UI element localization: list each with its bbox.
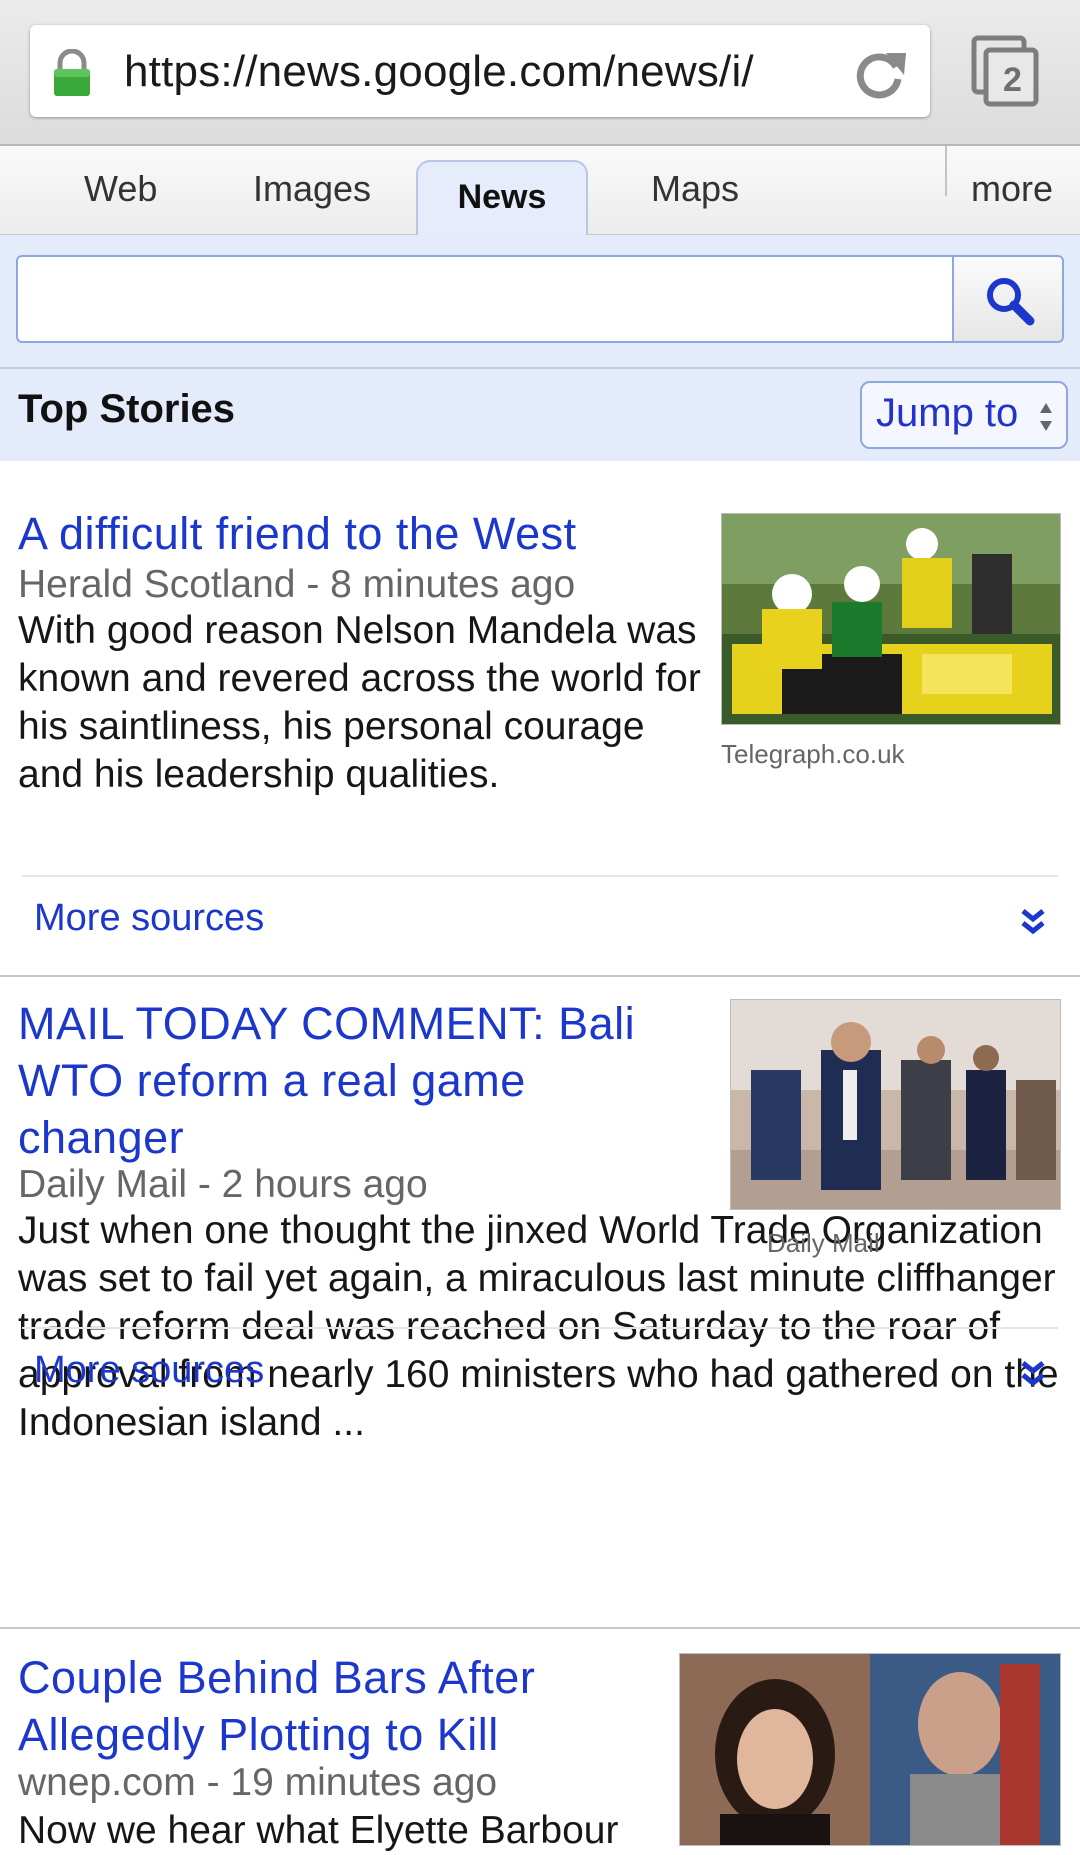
tab-switcher-button[interactable]: 2 — [970, 34, 1042, 110]
select-arrows-icon — [1040, 403, 1052, 431]
image-credit: Telegraph.co.uk — [721, 739, 905, 769]
more-sources-row[interactable]: More sources — [22, 875, 1058, 977]
jump-to-label: Jump to — [876, 391, 1019, 435]
double-chevron-down-icon — [1021, 909, 1045, 935]
tab-count: 2 — [1003, 61, 1022, 99]
more-sources-row[interactable]: More sources — [22, 1327, 1058, 1429]
story-meta: Herald Scotland - 8 minutes ago — [18, 563, 576, 606]
section-header: Top Stories Jump to — [0, 369, 1080, 461]
tab-maps[interactable]: Maps — [651, 168, 739, 210]
double-chevron-down-icon — [1021, 1361, 1045, 1387]
lock-icon — [54, 49, 90, 96]
browser-toolbar: https://news.google.com/news/i/ 2 — [0, 0, 1080, 146]
more-sources-link[interactable]: More sources — [34, 1349, 264, 1392]
story-meta: Daily Mail - 2 hours ago — [18, 1163, 428, 1206]
story-separator — [0, 1627, 1080, 1629]
story-headline[interactable]: MAIL TODAY COMMENT: Bali WTO reform a re… — [18, 995, 698, 1166]
jump-to-select[interactable]: Jump to — [860, 381, 1068, 449]
tab-more[interactable]: more — [971, 168, 1053, 210]
story-thumbnail[interactable] — [721, 513, 1061, 725]
tab-divider — [945, 146, 947, 196]
story-headline[interactable]: A difficult friend to the West — [18, 505, 618, 562]
section-title: Top Stories — [18, 387, 236, 431]
image-credit: Daily Mail — [767, 1228, 880, 1258]
search-icon — [987, 278, 1035, 326]
story-headline[interactable]: Couple Behind Bars After Allegedly Plott… — [18, 1649, 658, 1763]
story-thumbnail[interactable] — [730, 999, 1061, 1210]
tab-images[interactable]: Images — [253, 168, 371, 210]
more-sources-link[interactable]: More sources — [34, 897, 264, 940]
search-button[interactable] — [952, 255, 1064, 343]
search-input[interactable] — [16, 255, 952, 343]
url-text[interactable]: https://news.google.com/news/i/ — [124, 47, 754, 97]
tab-news[interactable]: News — [416, 160, 588, 235]
story-separator — [0, 975, 1080, 977]
search-type-tabs: Web Images News Maps more — [0, 146, 1080, 235]
story-meta: wnep.com - 19 minutes ago — [18, 1761, 498, 1804]
story-snippet: Now we hear what Elyette Barbour — [18, 1809, 619, 1852]
address-bar[interactable]: https://news.google.com/news/i/ — [30, 25, 930, 117]
reload-icon[interactable] — [850, 45, 908, 103]
tab-web[interactable]: Web — [84, 168, 157, 210]
story-thumbnail[interactable] — [679, 1653, 1061, 1846]
search-bar — [0, 235, 1080, 369]
story-snippet: With good reason Nelson Mandela was know… — [18, 609, 701, 796]
